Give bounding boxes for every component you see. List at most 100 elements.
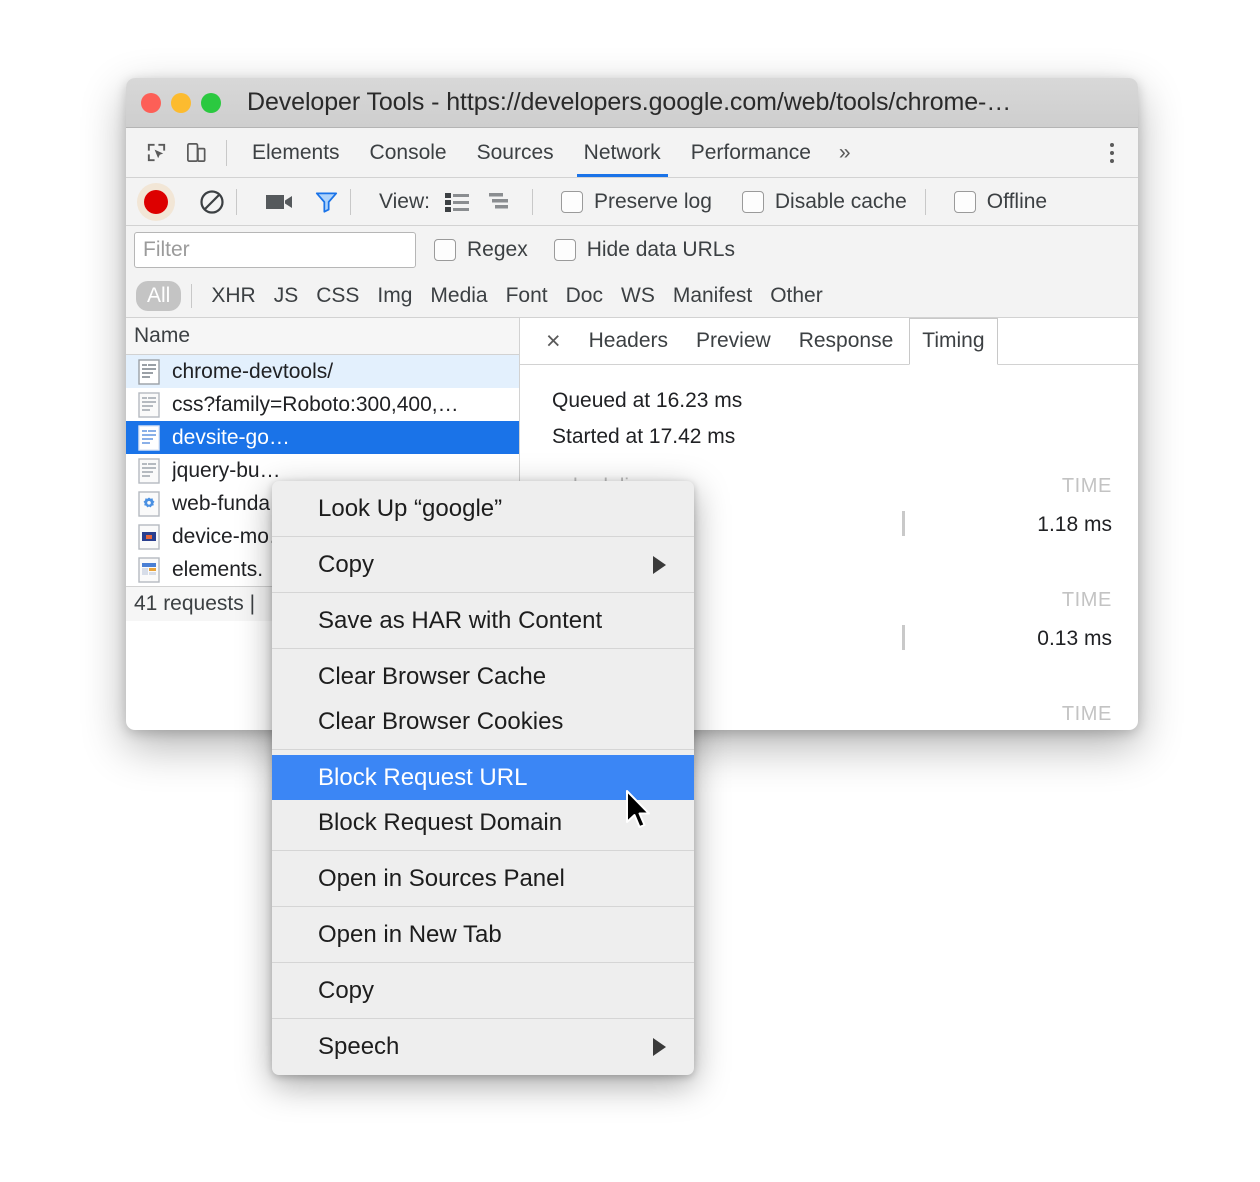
offline-checkbox[interactable]: Offline (953, 189, 1048, 214)
type-filter-font[interactable]: Font (497, 284, 557, 308)
main-menu-icon[interactable] (1102, 137, 1122, 169)
checkbox-box (953, 190, 976, 213)
menu-item-label: Speech (318, 1032, 400, 1060)
devtools-tab-bar: Elements Console Sources Network Perform… (126, 128, 1138, 178)
tab-console[interactable]: Console (355, 128, 462, 177)
table-row[interactable]: css?family=Roboto:300,400,… (126, 388, 519, 421)
timing-bar (902, 511, 905, 536)
disable-cache-checkbox[interactable]: Disable cache (741, 189, 907, 214)
type-filter-doc[interactable]: Doc (557, 284, 612, 308)
image-icon (138, 557, 160, 583)
menu-separator (272, 906, 694, 907)
mouse-pointer-icon (625, 790, 655, 837)
tab-elements[interactable]: Elements (237, 128, 355, 177)
type-filter-img[interactable]: Img (368, 284, 421, 308)
timing-time-header: TIME (1061, 703, 1112, 725)
type-filter-other[interactable]: Other (761, 284, 832, 308)
type-filter-all[interactable]: All (136, 280, 182, 311)
waterfall-view-icon[interactable] (488, 191, 514, 213)
menu-item-clear-browser-cookies[interactable]: Clear Browser Cookies (272, 699, 694, 744)
list-view-icon[interactable] (444, 191, 470, 213)
started-at-text: Started at 17.42 ms (552, 425, 736, 448)
close-icon[interactable]: × (534, 328, 573, 354)
tab-sources[interactable]: Sources (462, 128, 569, 177)
timing-bar (902, 625, 905, 650)
type-filter-divider (191, 283, 193, 308)
type-filter-media[interactable]: Media (421, 284, 496, 308)
document-icon (138, 391, 160, 418)
table-row[interactable]: devsite-go… (126, 421, 519, 455)
close-button[interactable] (141, 92, 161, 113)
type-filter-ws[interactable]: WS (612, 284, 664, 308)
image-icon (138, 524, 160, 550)
request-name: elements. (172, 557, 264, 581)
menu-item-clear-browser-cache[interactable]: Clear Browser Cache (272, 654, 694, 699)
timing-time-header: TIME (1061, 475, 1112, 497)
menu-item-copy[interactable]: Copy (272, 968, 694, 1013)
disable-cache-label: Disable cache (774, 189, 907, 213)
document-icon (138, 358, 160, 385)
record-button[interactable] (144, 189, 168, 214)
menu-item-save-as-har[interactable]: Save as HAR with Content (272, 598, 694, 643)
request-name: devsite-go… (172, 425, 290, 449)
clear-button[interactable] (198, 188, 226, 216)
type-filter-xhr[interactable]: XHR (202, 284, 264, 308)
regex-label: Regex (467, 238, 528, 261)
menu-separator (272, 592, 694, 593)
queued-at-text: Queued at 16.23 ms (552, 389, 743, 412)
request-name: css?family=Roboto:300,400,… (172, 392, 459, 416)
tab-response[interactable]: Response (787, 318, 906, 364)
menu-separator (272, 749, 694, 750)
request-name: jquery-bu… (172, 458, 281, 482)
more-tabs-icon[interactable]: » (826, 141, 864, 165)
preserve-log-checkbox[interactable]: Preserve log (560, 190, 712, 214)
filter-row: Regex Hide data URLs (126, 226, 1138, 274)
inspect-element-icon[interactable] (136, 134, 176, 172)
title-bar: Developer Tools - https://developers.goo… (126, 78, 1138, 128)
network-toolbar: View: Preserve log Disable cache Offline (126, 178, 1138, 226)
menu-item-copy-submenu[interactable]: Copy (272, 542, 694, 587)
request-name: chrome-devtools/ (172, 359, 334, 383)
timing-time-header: TIME (1061, 589, 1112, 611)
hide-data-urls-checkbox[interactable]: Hide data URLs (553, 238, 735, 262)
chevron-right-icon (653, 1037, 666, 1056)
type-filter-manifest[interactable]: Manifest (664, 284, 761, 308)
column-header-name[interactable]: Name (126, 318, 519, 356)
detail-tab-bar: × Headers Preview Response Timing (520, 317, 1138, 365)
menu-item-speech[interactable]: Speech (272, 1024, 694, 1069)
filter-toggle-icon[interactable] (313, 189, 340, 215)
type-filter-js[interactable]: JS (265, 284, 308, 308)
script-icon (138, 491, 160, 517)
capture-screenshots-icon[interactable] (265, 191, 295, 213)
regex-checkbox[interactable]: Regex (434, 238, 528, 262)
view-label: View: (379, 189, 430, 213)
timing-value: 1.18 ms (1037, 513, 1112, 536)
menu-item-open-in-new-tab[interactable]: Open in New Tab (272, 912, 694, 957)
traffic-lights (141, 92, 221, 113)
type-filter-css[interactable]: CSS (307, 284, 368, 308)
timing-value: 0.13 ms (1037, 627, 1112, 650)
menu-item-open-in-sources-panel[interactable]: Open in Sources Panel (272, 856, 694, 901)
tab-preview[interactable]: Preview (684, 318, 783, 364)
chevron-right-icon (653, 555, 666, 574)
table-row[interactable]: chrome-devtools/ (126, 355, 519, 389)
window-title: Developer Tools - https://developers.goo… (247, 88, 1012, 116)
tab-performance[interactable]: Performance (676, 128, 826, 177)
tab-headers[interactable]: Headers (577, 318, 680, 364)
device-toolbar-icon[interactable] (176, 134, 216, 172)
filter-input[interactable] (134, 232, 416, 268)
offline-label: Offline (986, 189, 1048, 213)
menu-item-look-up[interactable]: Look Up “google” (272, 486, 694, 531)
tab-network[interactable]: Network (569, 128, 676, 177)
menu-separator (272, 850, 694, 851)
zoom-button[interactable] (201, 92, 221, 113)
menu-item-label: Copy (318, 550, 375, 578)
toolbar-divider (226, 139, 227, 166)
tab-timing[interactable]: Timing (909, 317, 998, 365)
menu-separator (272, 1018, 694, 1019)
document-icon (138, 424, 160, 451)
menu-separator (272, 536, 694, 537)
minimize-button[interactable] (171, 92, 191, 113)
checkbox-box (560, 190, 583, 213)
checkbox-box (741, 190, 764, 213)
